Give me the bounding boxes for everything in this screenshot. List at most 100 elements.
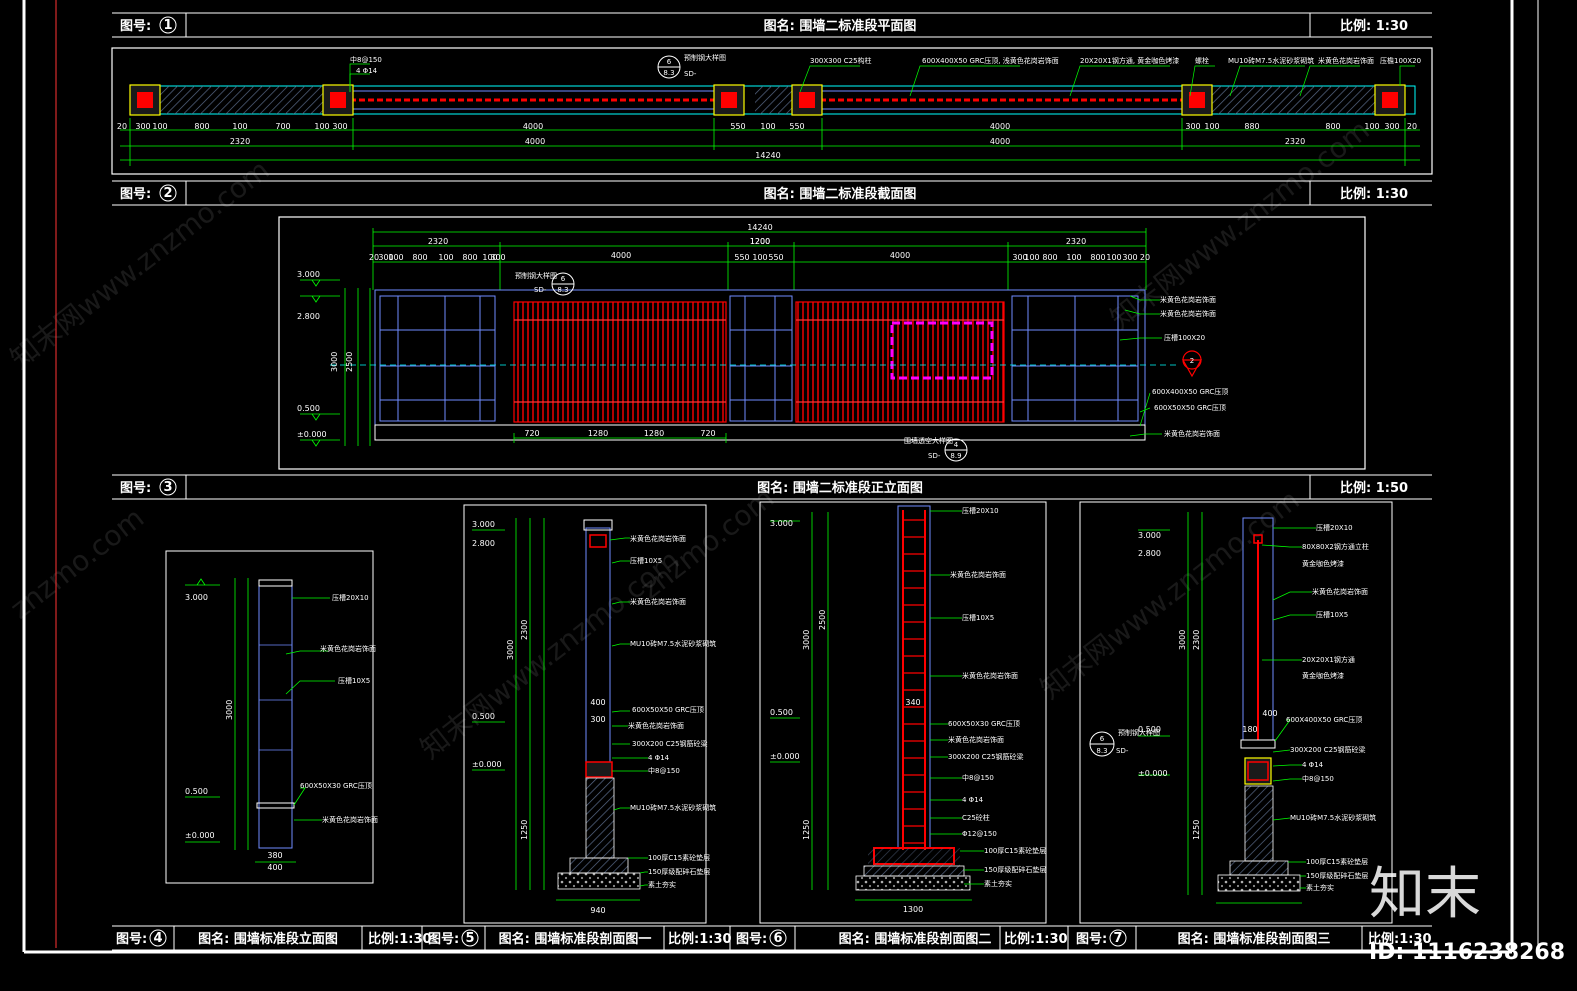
plan-note: MU10砖M7.5水泥砂浆砌筑 — [1228, 56, 1314, 65]
s6-dim: 1250 — [802, 820, 811, 840]
svg-text:4: 4 — [954, 441, 959, 449]
s7-note: MU10砖M7.5水泥砂浆砌筑 — [1290, 813, 1376, 822]
s7-note: 300X200 C25钢筋砼梁 — [1290, 745, 1366, 754]
plan-note: 4 Φ14 — [356, 67, 378, 75]
s7-note: 压槽10X5 — [1316, 610, 1348, 619]
elev-dim-fine: 300 — [490, 253, 505, 262]
s6-note: 150厚级配碎石垫层 — [984, 865, 1046, 874]
elev-dim: 2320 — [1066, 237, 1086, 246]
view-title: 图名: 围墙标准段剖面图三 — [1178, 931, 1331, 947]
s6-dim: 340 — [905, 698, 920, 707]
s6-level: ±0.000 — [770, 752, 800, 761]
view-number: 7 — [1113, 931, 1122, 946]
svg-text:围墙透空大样图: 围墙透空大样图 — [904, 436, 953, 445]
plan-dim: 100 — [314, 122, 329, 131]
elev-level: 2.800 — [297, 312, 320, 321]
view-number: 1 — [163, 18, 172, 33]
elev-dim-fine: 100 — [438, 253, 453, 262]
s7-note: 100厚C15素砼垫层 — [1306, 857, 1368, 866]
s5-level: 3.000 — [472, 520, 495, 529]
s4-note: 米黄色花岗岩饰面 — [320, 644, 376, 653]
s7-dim: 2300 — [1192, 630, 1201, 650]
svg-text:预制钢大样图: 预制钢大样图 — [515, 271, 557, 280]
elev-note: 600X400X50 GRC压顶 — [1152, 388, 1228, 396]
s7-note: 600X400X50 GRC压顶 — [1286, 716, 1362, 724]
view-number-label: 图号: — [428, 932, 459, 947]
plan-dim: 100 — [760, 122, 775, 131]
s6-note: 300X200 C25钢筋砼梁 — [948, 752, 1024, 761]
plan-dim: 800 — [1325, 122, 1340, 131]
svg-text:预制钢大样图: 预制钢大样图 — [684, 53, 726, 62]
s6-note: 600X50X30 GRC压顶 — [948, 720, 1020, 728]
view-number-label: 图号: — [736, 932, 767, 947]
s5-dim: 3000 — [506, 640, 515, 660]
s6-note: 米黄色花岗岩饰面 — [962, 671, 1018, 680]
view-number-label: 图号: — [120, 187, 151, 202]
view-scale: 比例: 1:30 — [1340, 186, 1408, 202]
plan-dim: 4000 — [990, 137, 1010, 146]
s6-note: 米黄色花岗岩饰面 — [948, 735, 1004, 744]
elev-bottom-dim: 720 — [700, 429, 715, 438]
view-scale: 比例:1:30 — [668, 931, 732, 947]
s5-level: 2.800 — [472, 539, 495, 548]
elev-dim: 1200 — [750, 237, 770, 246]
cad-drawing-canvas: 知末网www.znzmo.com 知末网www.znzmo.com 知末网www… — [4, 0, 1539, 954]
svg-text:2: 2 — [1190, 357, 1194, 365]
view-scale: 比例: 1:50 — [1340, 480, 1408, 496]
s4-dim: 3000 — [225, 700, 234, 720]
elev-note: 米黄色花岗岩饰面 — [1160, 309, 1216, 318]
plan-dim: 20 — [117, 122, 127, 131]
s5-dim: 400 — [590, 698, 605, 707]
s4-dim: 380 — [267, 851, 282, 860]
s5-dim: 940 — [590, 906, 605, 915]
plan-dim: 300 — [332, 122, 347, 131]
plan-dim: 4000 — [523, 122, 543, 131]
plan-note: 米黄色花岗岩饰面 — [1318, 56, 1374, 65]
elev-dim-fine: 800 — [462, 253, 477, 262]
s7-note: 80X80X2钢方通立柱 — [1302, 542, 1369, 551]
view-scale: 比例:1:30 — [1004, 931, 1068, 947]
plan-dim: 4000 — [990, 122, 1010, 131]
svg-text:8.3: 8.3 — [663, 69, 674, 77]
elev-bottom-dims: 720 1280 1280 720 — [524, 429, 715, 438]
s7-note: 20X20X1钢方通 — [1302, 655, 1355, 664]
plan-dim: 20 — [1407, 122, 1417, 131]
s6-note: 4 Φ14 — [962, 796, 984, 804]
plan-dim: 100 — [1204, 122, 1219, 131]
s7-level: 2.800 — [1138, 549, 1161, 558]
s7-level: 3.000 — [1138, 531, 1161, 540]
elev-dim-fine: 100 — [388, 253, 403, 262]
svg-text:8.3: 8.3 — [557, 286, 568, 294]
s5-note: 600X50X50 GRC压顶 — [632, 706, 704, 714]
elev-dims-fine: 20 300100 800 100 800 100300 550 100 550 300100 80… — [369, 253, 1150, 262]
elev-dim-fine: 800 — [412, 253, 427, 262]
s5-dim: 1250 — [520, 820, 529, 840]
title-bar: 图号: 1 图名: 围墙二标准段平面图 比例: 1:30 — [112, 12, 1432, 38]
elev-bottom-dim: 720 — [524, 429, 539, 438]
section-mark: 2 — [1181, 350, 1203, 378]
svg-text:6: 6 — [1100, 735, 1105, 743]
elev-total-dim: 14240 — [747, 223, 772, 232]
svg-text:SD-: SD- — [928, 452, 941, 460]
elev-dim-fine: 100 — [1066, 253, 1081, 262]
title-bar: 图号: 3 图名: 围墙二标准段正立面图 比例: 1:50 — [112, 474, 1432, 500]
plan-dim: 4000 — [525, 137, 545, 146]
plan-dim: 700 — [275, 122, 290, 131]
elev-vert-dim: 3000 — [330, 352, 339, 372]
s5-note: 压槽10X5 — [630, 556, 662, 565]
elev-dim-fine: 300 — [1122, 253, 1137, 262]
plan-note: 300X300 C25构柱 — [810, 56, 872, 65]
s6-note: C25砼柱 — [962, 813, 990, 822]
view-title: 图名: 围墙标准段剖面图一 — [499, 931, 652, 947]
elev-note: 600X50X50 GRC压顶 — [1154, 404, 1226, 412]
elev-bottom-dim: 1280 — [588, 429, 608, 438]
s6-note: 米黄色花岗岩饰面 — [950, 570, 1006, 579]
s5-note: 素土夯实 — [648, 880, 676, 889]
view-title: 图名: 围墙标准段立面图 — [198, 931, 338, 947]
s5-level: ±0.000 — [472, 760, 502, 769]
view-title: 图名: 围墙二标准段平面图 — [764, 18, 917, 34]
view-number: 5 — [465, 931, 474, 946]
s6-rebar-stirrups — [903, 519, 925, 844]
plan-dim: 300 — [1185, 122, 1200, 131]
plan-dim: 300 — [1384, 122, 1399, 131]
